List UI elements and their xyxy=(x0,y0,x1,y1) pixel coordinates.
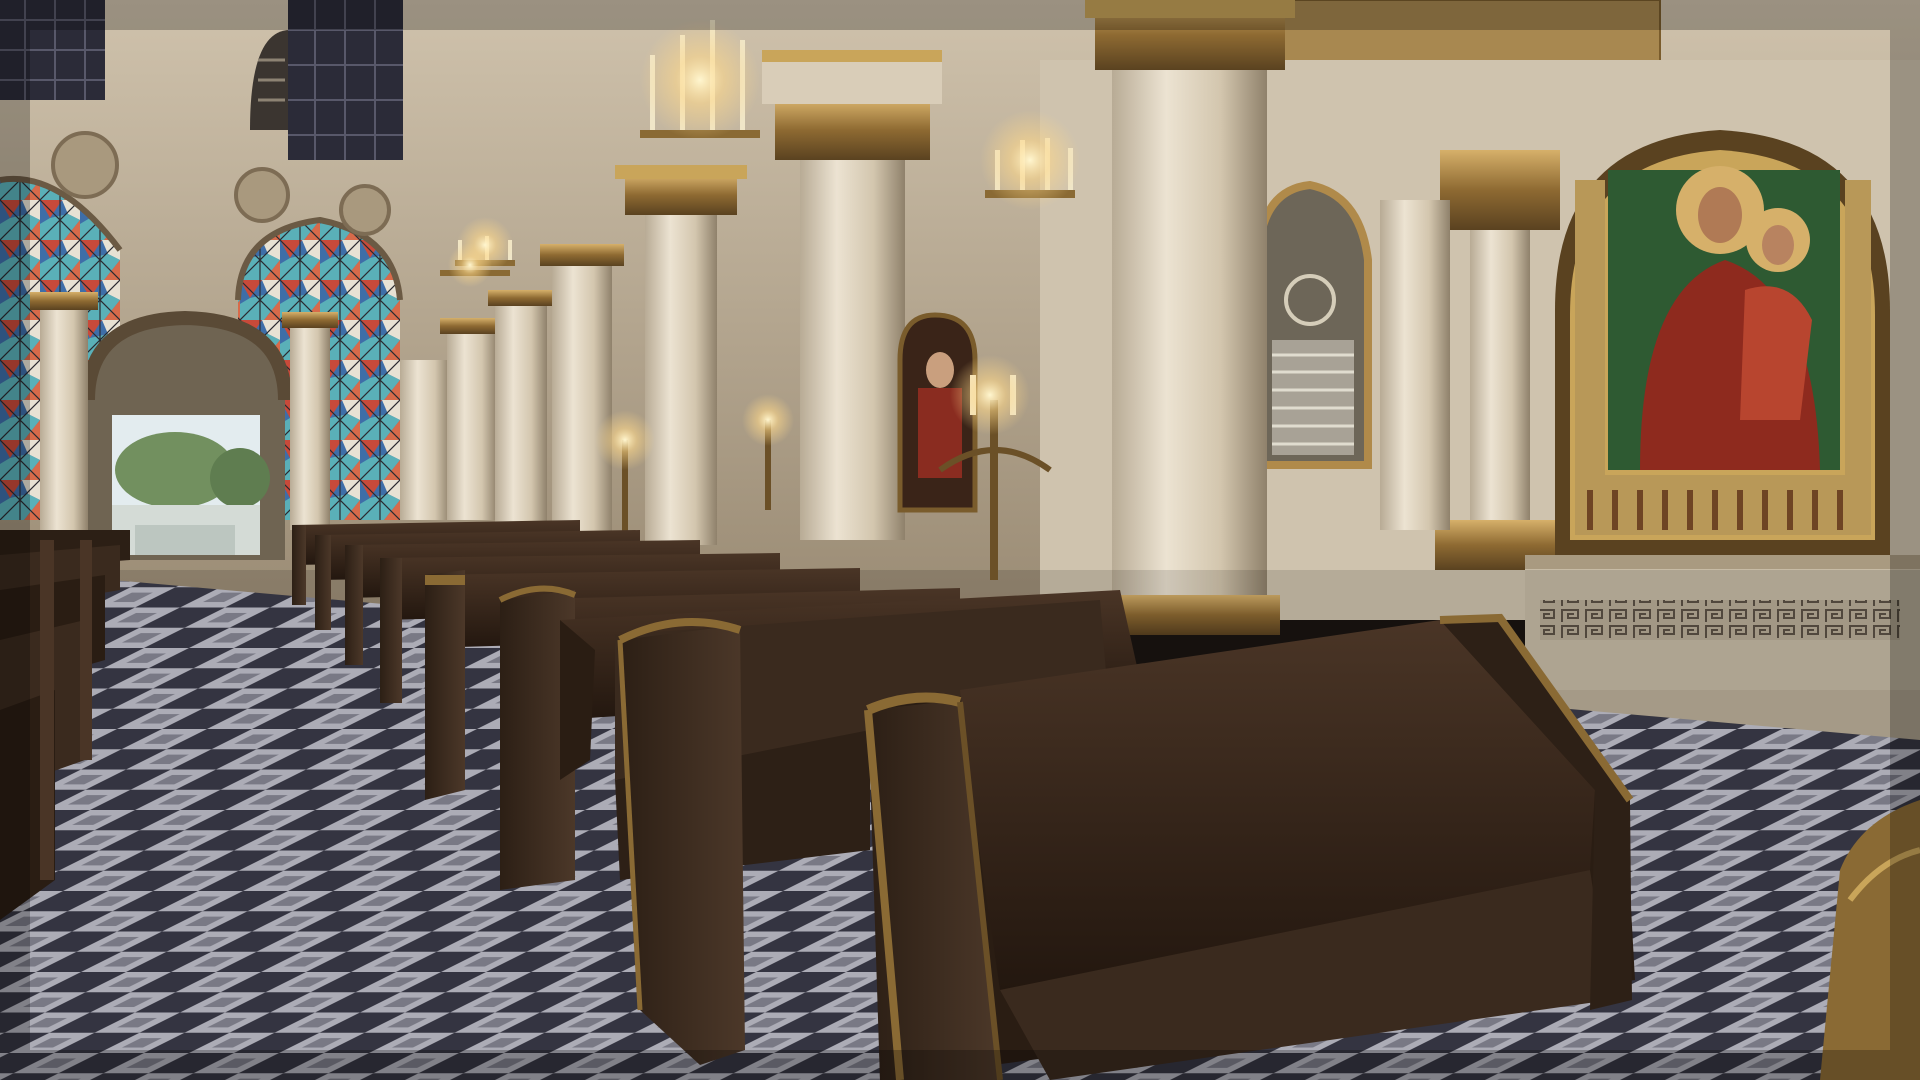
chandelier xyxy=(980,110,1080,210)
chandelier xyxy=(640,20,760,140)
church-interior-scene xyxy=(0,0,1920,1080)
open-doorway xyxy=(81,310,292,560)
gothic-window xyxy=(1254,180,1372,469)
large-column-front xyxy=(1085,0,1295,635)
pew-front xyxy=(864,613,1635,1080)
religious-icon-painting xyxy=(1555,130,1890,555)
wall-medallion xyxy=(234,167,290,223)
wall-medallion xyxy=(51,131,119,199)
wall-medallion xyxy=(339,184,391,236)
